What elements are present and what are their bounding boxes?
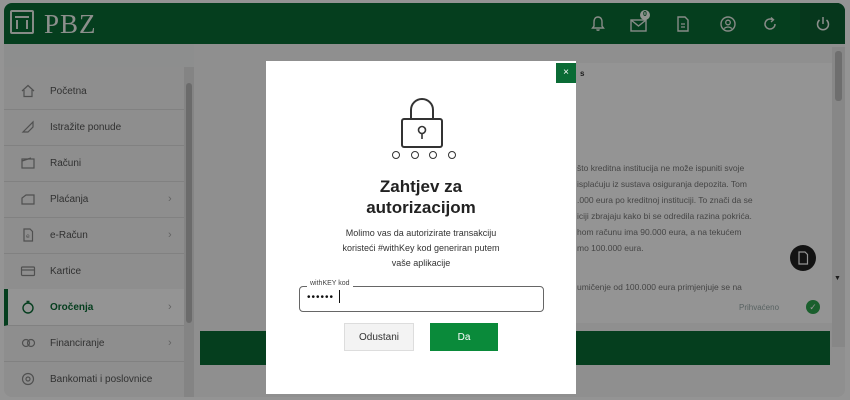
pin-dot bbox=[429, 151, 438, 159]
lock-icon bbox=[401, 98, 443, 148]
pin-dot bbox=[410, 151, 419, 159]
confirm-button[interactable]: Da bbox=[430, 323, 498, 351]
dialog-description: Molimo vas da autorizirate transakciju k… bbox=[276, 226, 566, 271]
text-caret bbox=[339, 290, 340, 303]
pin-dot bbox=[392, 151, 400, 159]
cancel-button[interactable]: Odustani bbox=[344, 323, 414, 351]
dialog-title-line: Zahtjev za bbox=[379, 177, 463, 196]
withkey-code-label: withKEY kod bbox=[307, 280, 353, 287]
dialog-description-line: vaše aplikacije bbox=[391, 258, 451, 268]
pin-dot bbox=[447, 151, 456, 159]
dialog-title: Zahtjev za autorizacijom bbox=[266, 176, 576, 218]
dialog-description-line: koristeći #withKey kod generiran putem bbox=[342, 243, 500, 253]
withkey-code-value[interactable]: •••••• bbox=[307, 292, 334, 303]
withkey-code-input[interactable] bbox=[299, 286, 544, 312]
dialog-title-line: autorizacijom bbox=[366, 198, 476, 217]
close-button[interactable]: × bbox=[556, 63, 576, 83]
pin-progress-dots bbox=[392, 151, 456, 163]
dialog-description-line: Molimo vas da autorizirate transakciju bbox=[345, 228, 497, 238]
